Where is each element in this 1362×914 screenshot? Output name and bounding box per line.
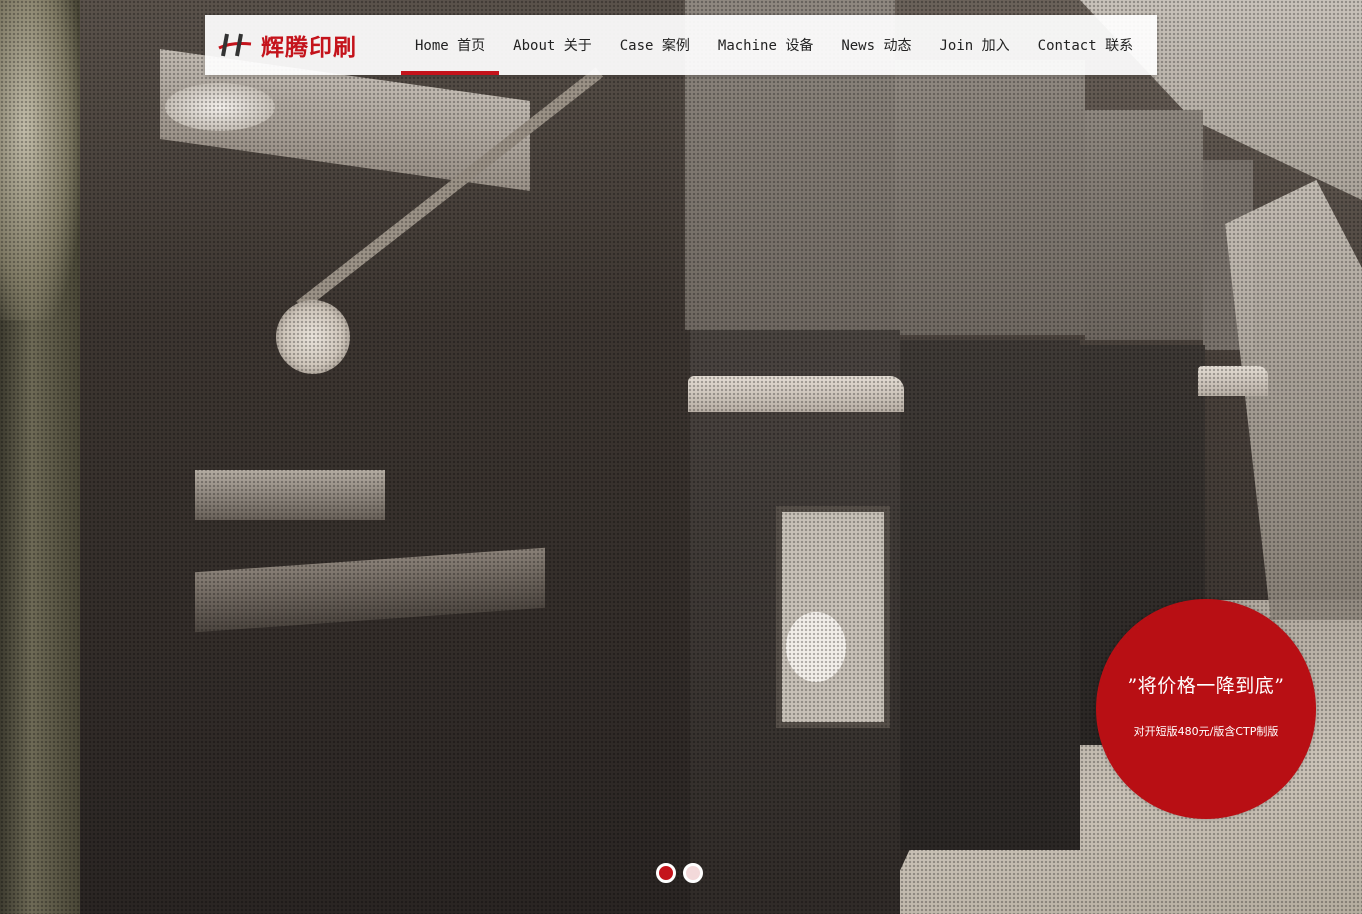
promo-subtitle: 对开短版480元/版含CTP制版 [1133, 725, 1279, 738]
logo-text: 辉腾印刷 [261, 35, 357, 61]
site-header: 辉腾印刷 Home 首页 About 关于 Case 案例 Machine 设备… [205, 15, 1157, 75]
nav-item-machine[interactable]: Machine 设备 [704, 15, 827, 75]
promo-title: ”将价格一降到底” [1127, 675, 1285, 697]
nav-item-home[interactable]: Home 首页 [401, 15, 500, 75]
slider-pagination [656, 863, 703, 883]
nav-item-join[interactable]: Join 加入 [925, 15, 1023, 75]
nav-item-news[interactable]: News 动态 [827, 15, 925, 75]
main-nav: Home 首页 About 关于 Case 案例 Machine 设备 News… [401, 15, 1147, 75]
slider-dot-2[interactable] [683, 863, 703, 883]
nav-item-case[interactable]: Case 案例 [606, 15, 704, 75]
promo-badge: ”将价格一降到底” 对开短版480元/版含CTP制版 [1096, 599, 1316, 819]
logo-h-icon [217, 30, 253, 60]
site-logo[interactable]: 辉腾印刷 [217, 28, 357, 62]
slider-dot-1[interactable] [656, 863, 676, 883]
nav-item-contact[interactable]: Contact 联系 [1024, 15, 1147, 75]
nav-item-about[interactable]: About 关于 [499, 15, 606, 75]
